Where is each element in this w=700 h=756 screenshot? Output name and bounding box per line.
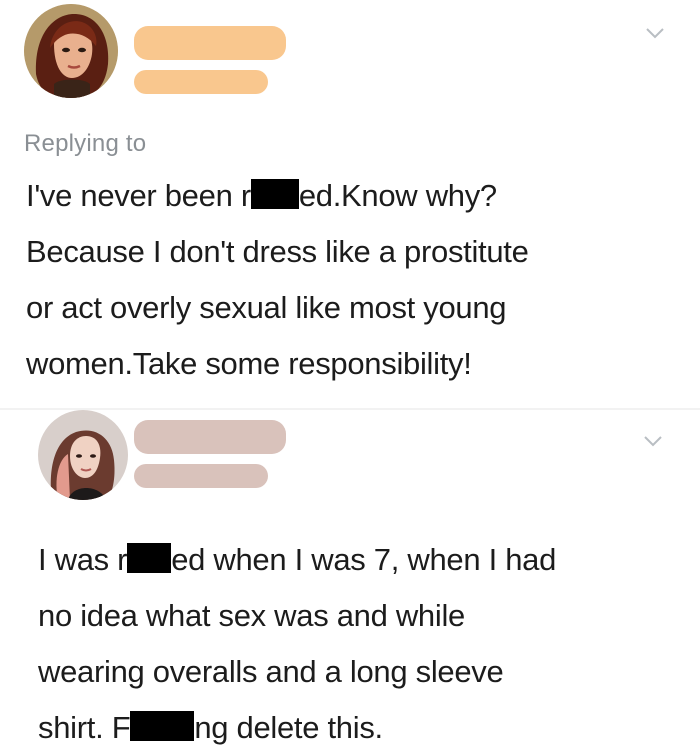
chevron-down-icon[interactable] [644, 26, 666, 40]
censor-block [250, 179, 299, 209]
tweet-card-original: Replying to I've never been r ed.Know why… [0, 0, 700, 408]
redacted-display-name [134, 420, 286, 454]
chevron-down-icon[interactable] [642, 434, 664, 448]
replying-to-label: Replying to [24, 130, 147, 157]
tweet-card-reply: I was r ed when I was 7, when I had no id… [0, 408, 700, 752]
tweet-text-line: wearing overalls and a long sleeve [38, 654, 504, 689]
tweet-text-line: women.Take some responsibility! [26, 346, 472, 381]
tweet-body: I was r ed when I was 7, when I had no id… [38, 532, 556, 756]
tweet-text-line: no idea what sex was and while [38, 598, 465, 633]
woman-photo-avatar-icon[interactable] [38, 410, 128, 500]
censor-block [130, 711, 195, 741]
tweet-text-line: I was r ed when I was 7, when I had [38, 542, 557, 577]
tweet-text-line: I've never been r ed.Know why? [26, 178, 497, 213]
tweet-text-line: or act overly sexual like most young [26, 290, 507, 325]
tweet-text-line: shirt. Fng delete this. [38, 710, 383, 745]
tweet-body: I've never been r ed.Know why? Because I … [26, 168, 529, 392]
redacted-username [134, 70, 268, 94]
fantasy-woman-avatar-icon[interactable] [24, 4, 118, 98]
redacted-display-name [134, 26, 286, 60]
tweet-text-line: Because I don't dress like a prostitute [26, 234, 529, 269]
censor-block [127, 543, 172, 573]
redacted-username [134, 464, 268, 488]
